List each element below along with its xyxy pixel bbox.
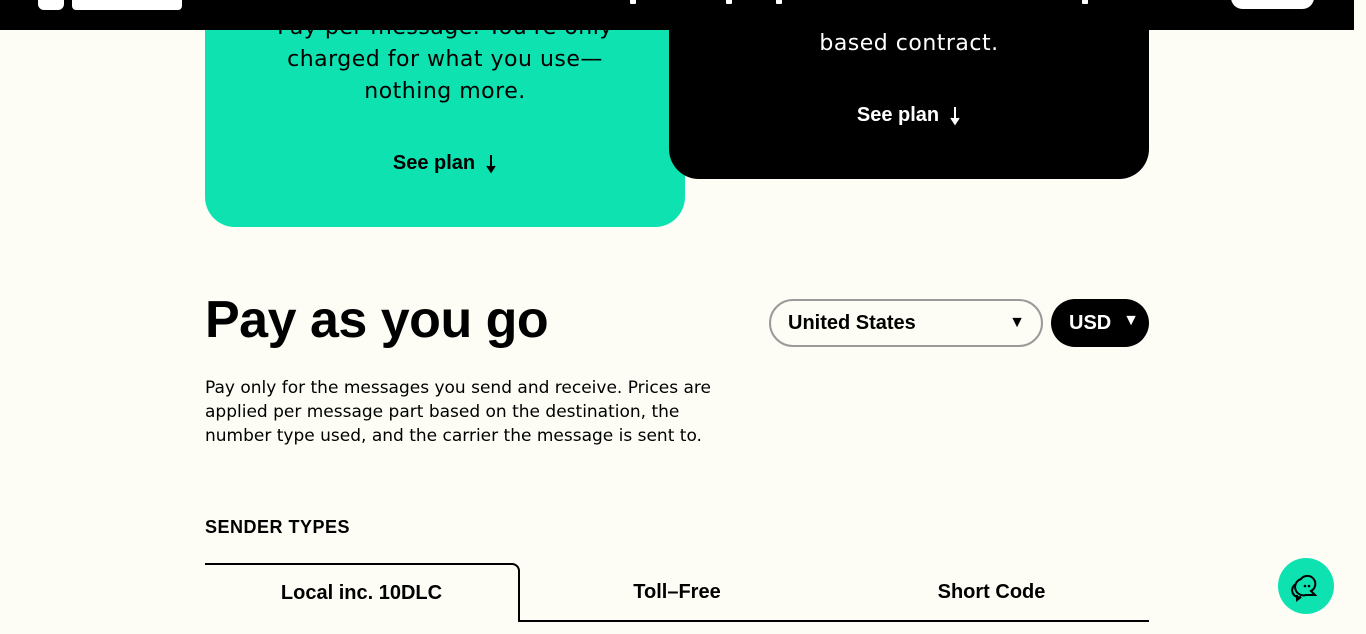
card-description: based contract. [819, 31, 999, 56]
sender-type-tabs: Local inc. 10DLC Toll–Free Short Code [205, 563, 1149, 623]
country-select-value: United States [788, 311, 916, 334]
country-select[interactable]: United States ▼ [769, 299, 1043, 347]
sender-types-label: SENDER TYPES [205, 517, 351, 537]
nav-item-fragment[interactable] [630, 0, 636, 4]
pricing-description: Pay only for the messages you send and r… [205, 378, 711, 446]
page-title: Pay as you go [205, 291, 549, 349]
caret-down-icon: ▼ [1009, 314, 1025, 331]
currency-select-value: USD [1069, 311, 1112, 334]
caret-down-icon: ▼ [1123, 312, 1139, 329]
arrow-down-icon [486, 154, 496, 173]
tab-toll-free[interactable]: Toll–Free [520, 563, 834, 622]
arrow-down-icon [950, 106, 960, 125]
currency-select[interactable]: USD ▼ [1051, 299, 1149, 347]
telnyx-logo-icon[interactable] [38, 0, 188, 10]
nav-item-fragment[interactable] [726, 0, 732, 4]
chat-support-button[interactable] [1278, 558, 1334, 614]
pay-per-message-card: Pay per message. You're only charged for… [205, 0, 685, 227]
see-plan-link[interactable]: See plan [205, 152, 685, 175]
get-started-button[interactable] [1231, 0, 1314, 9]
chat-support-icon [1291, 574, 1318, 602]
tab-short-code[interactable]: Short Code [834, 563, 1149, 622]
tab-local-10dlc[interactable]: Local inc. 10DLC [205, 563, 520, 622]
see-plan-label: See plan [856, 104, 940, 126]
nav-item-fragment[interactable] [776, 0, 782, 4]
top-navigation-bar [0, 0, 1354, 30]
see-plan-link[interactable]: See plan [669, 104, 1149, 127]
search-icon[interactable] [1082, 0, 1088, 4]
see-plan-label: See plan [392, 152, 476, 174]
